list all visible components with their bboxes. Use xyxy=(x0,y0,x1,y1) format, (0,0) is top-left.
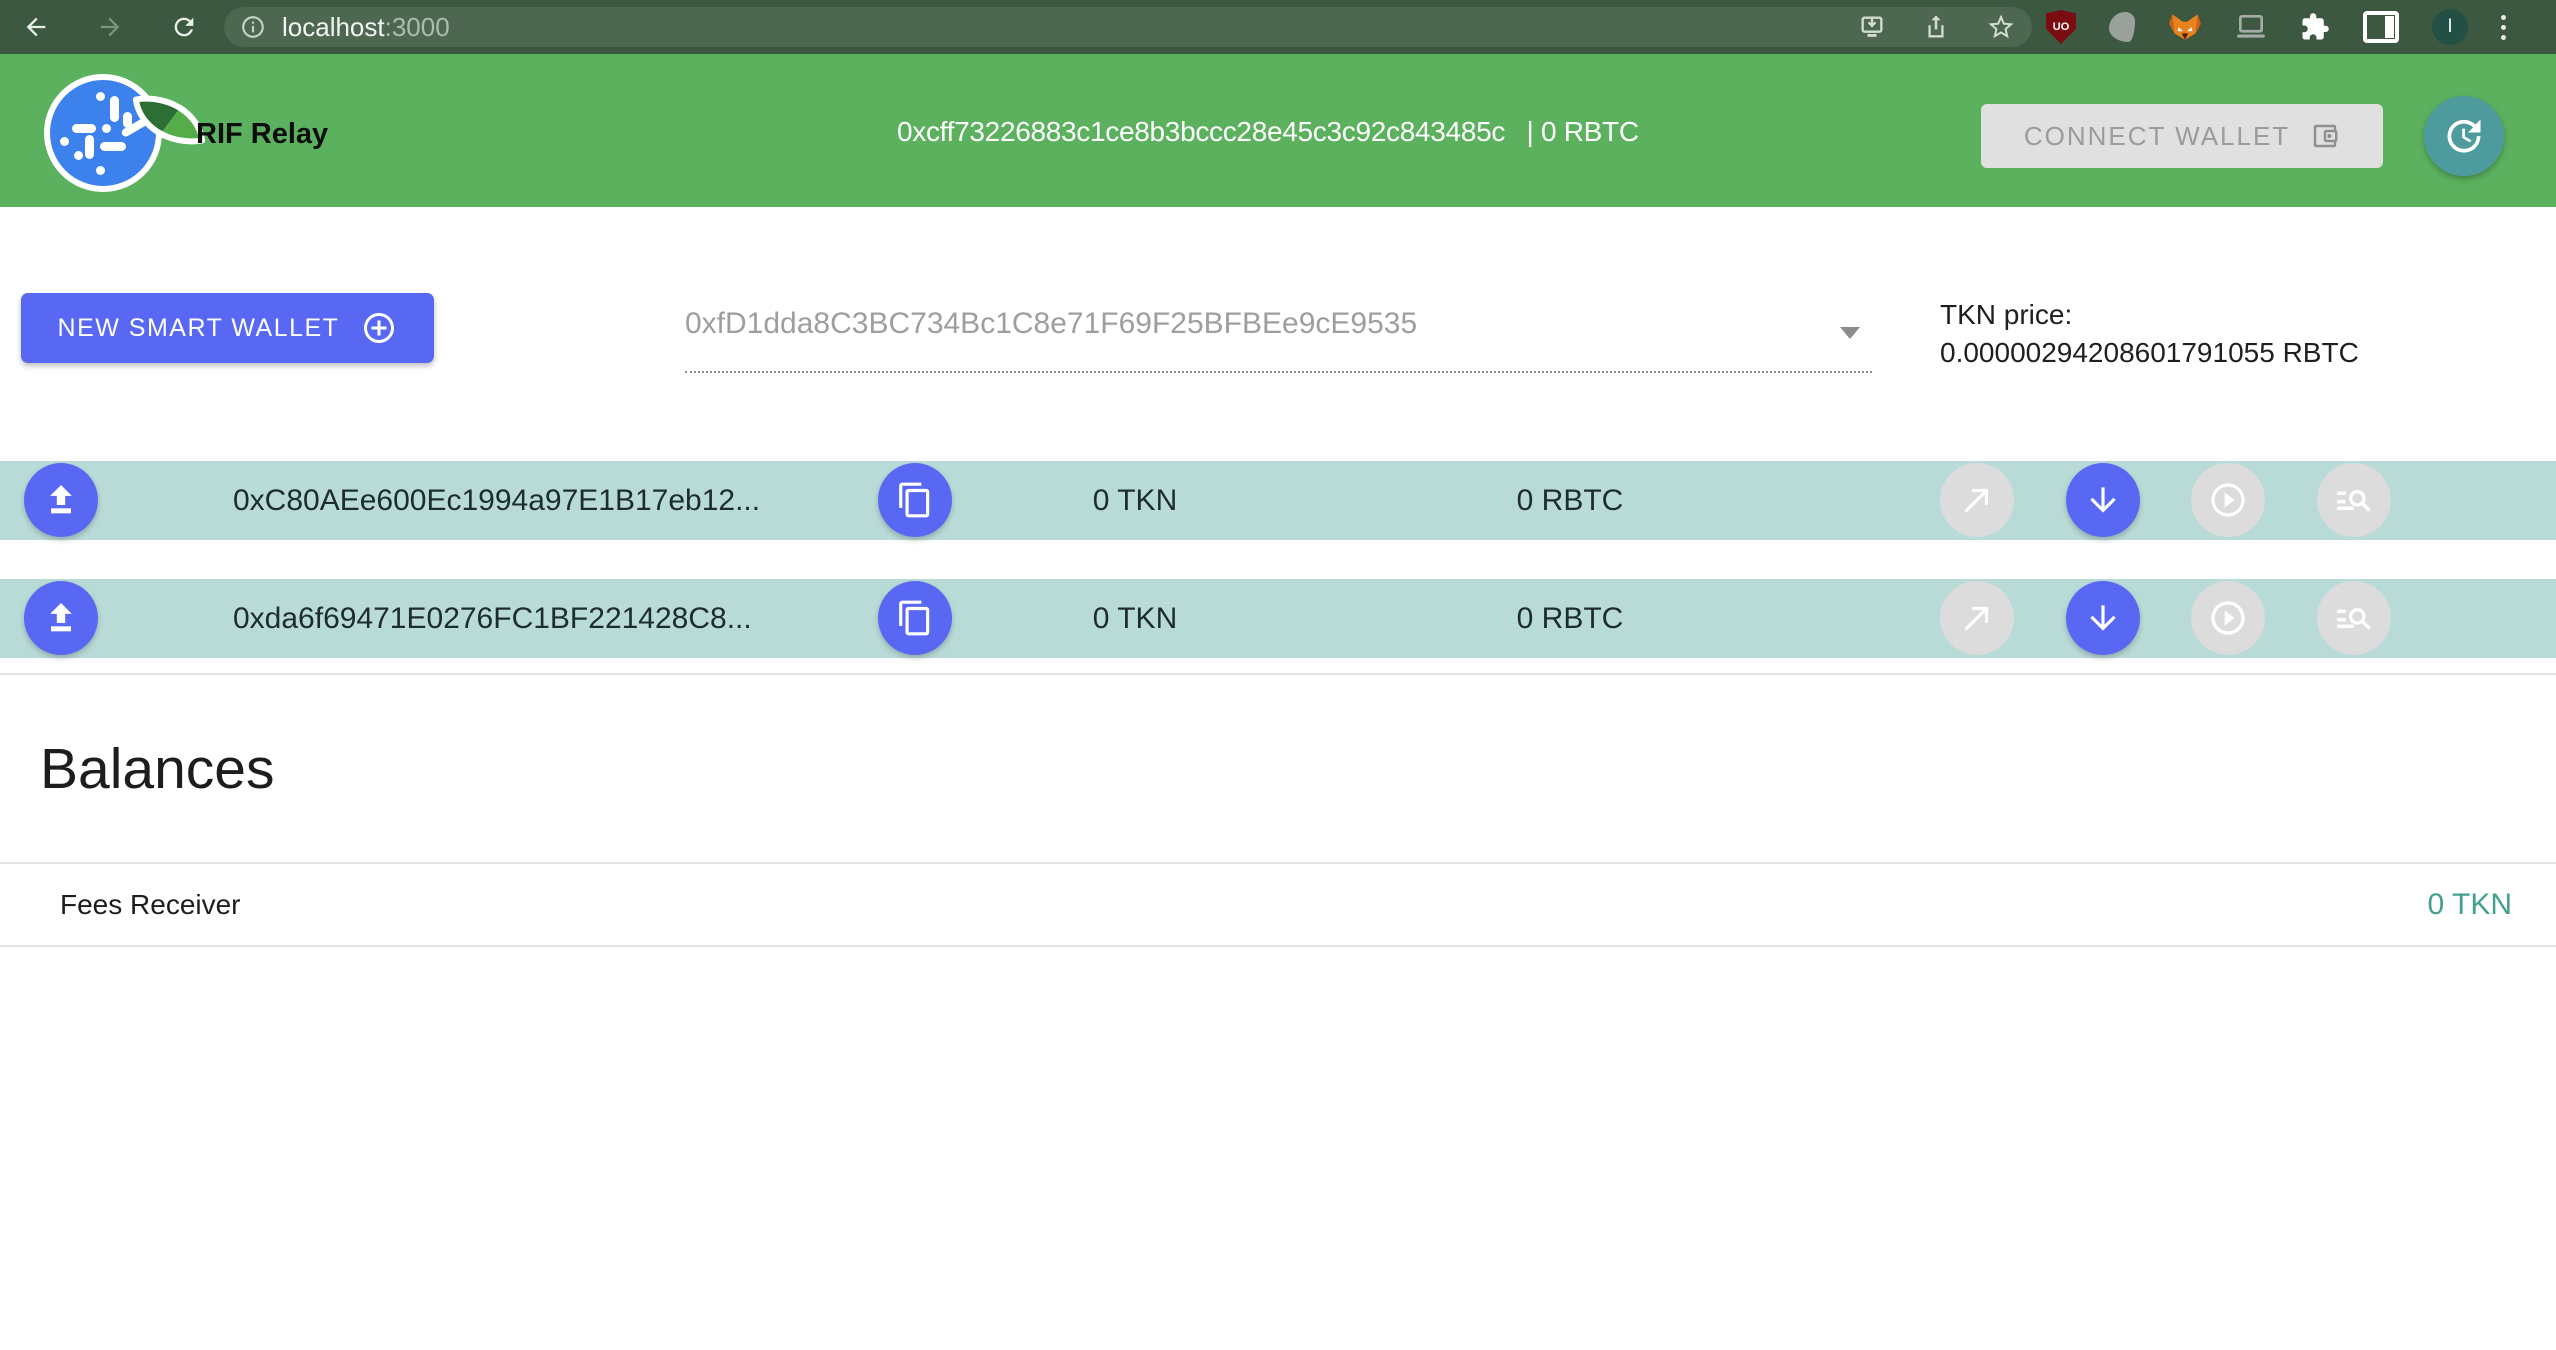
forward-icon[interactable] xyxy=(96,13,124,41)
fees-receiver-label: Fees Receiver xyxy=(60,864,241,945)
laptop-extension-icon[interactable] xyxy=(2235,13,2267,41)
side-panel-icon[interactable] xyxy=(2363,11,2399,43)
wallet-rbtc-balance: 0 RBTC xyxy=(1470,461,1670,540)
account-balance: | 0 RBTC xyxy=(1527,116,1639,147)
smart-wallet-address: 0xda6f69471E0276FC1BF221428C8... xyxy=(233,579,752,658)
smart-wallet-select[interactable]: 0xfD1dda8C3BC734Bc1C8e71F69F25BFBEe9cE95… xyxy=(685,295,1872,373)
manage-search-icon xyxy=(2334,598,2374,638)
bookmark-star-icon[interactable] xyxy=(1986,12,2016,42)
tkn-price: TKN price: 0.00000294208601791055 RBTC xyxy=(1940,296,2359,372)
manage-search-icon xyxy=(2334,480,2374,520)
fees-receiver-value: 0 TKN xyxy=(2428,864,2512,945)
upload-icon xyxy=(41,480,81,520)
tkn-price-label: TKN price: xyxy=(1940,296,2359,334)
tkn-price-value: 0.00000294208601791055 RBTC xyxy=(1940,334,2359,372)
copy-address-button[interactable] xyxy=(878,463,952,537)
balances-table-row: Fees Receiver 0 TKN xyxy=(0,862,2556,947)
ublock-extension-icon[interactable]: UO xyxy=(2046,10,2076,44)
deposit-button[interactable] xyxy=(24,463,98,537)
play-circle-icon xyxy=(2208,598,2248,638)
url-text[interactable]: localhost:3000 xyxy=(282,7,450,47)
share-icon[interactable] xyxy=(1922,13,1950,41)
chevron-down-icon[interactable] xyxy=(1840,327,1860,339)
back-icon[interactable] xyxy=(22,13,50,41)
address-bar[interactable]: localhost:3000 xyxy=(224,7,2032,47)
connect-wallet-button[interactable]: CONNECT WALLET xyxy=(1981,104,2383,168)
wallet-tkn-balance: 0 TKN xyxy=(1040,461,1230,540)
account-address: 0xcff73226883c1ce8b3bccc28e45c3c92c84348… xyxy=(897,116,1505,147)
deposit-button[interactable] xyxy=(24,581,98,655)
profile-avatar[interactable]: I xyxy=(2432,9,2468,45)
section-divider xyxy=(0,673,2556,675)
url-port: :3000 xyxy=(385,12,450,42)
app-title: RIF Relay xyxy=(196,118,328,151)
arrow-up-right-icon xyxy=(1958,481,1996,519)
inspect-transactions-button[interactable] xyxy=(2317,463,2391,537)
smart-wallet-address: 0xC80AEe600Ec1994a97E1B17eb12... xyxy=(233,461,760,540)
transfer-out-button[interactable] xyxy=(1940,463,2014,537)
arrow-up-right-icon xyxy=(1958,599,1996,637)
wallet-tkn-balance: 0 TKN xyxy=(1040,579,1230,658)
transfer-out-button[interactable] xyxy=(1940,581,2014,655)
play-circle-icon xyxy=(2208,480,2248,520)
metamask-extension-icon[interactable] xyxy=(2168,11,2202,43)
arrow-down-icon xyxy=(2084,599,2122,637)
arrow-down-icon xyxy=(2084,481,2122,519)
receive-button[interactable] xyxy=(2066,581,2140,655)
update-clock-icon xyxy=(2442,114,2486,158)
app-header: RIF Relay 0xcff73226883c1ce8b3bccc28e45c… xyxy=(0,54,2556,207)
new-smart-wallet-label: NEW SMART WALLET xyxy=(58,314,340,343)
browser-chrome-bar: localhost:3000 UO I xyxy=(0,0,2556,54)
execute-button[interactable] xyxy=(2191,581,2265,655)
browser-menu-icon[interactable] xyxy=(2501,15,2506,40)
inspect-transactions-button[interactable] xyxy=(2317,581,2391,655)
selected-wallet-address: 0xfD1dda8C3BC734Bc1C8e71F69F25BFBEe9cE95… xyxy=(685,307,1417,341)
wallet-rbtc-balance: 0 RBTC xyxy=(1470,579,1670,658)
smart-wallet-row: 0xda6f69471E0276FC1BF221428C8... 0 TKN 0… xyxy=(0,579,2556,658)
copy-icon xyxy=(896,599,934,637)
site-info-icon[interactable] xyxy=(240,14,266,40)
url-host: localhost xyxy=(282,12,385,42)
refresh-button[interactable] xyxy=(2424,96,2504,176)
extensions-puzzle-icon[interactable] xyxy=(2300,12,2330,42)
new-smart-wallet-button[interactable]: NEW SMART WALLET xyxy=(21,293,434,363)
install-app-icon[interactable] xyxy=(1858,13,1886,41)
smart-wallet-row: 0xC80AEe600Ec1994a97E1B17eb12... 0 TKN 0… xyxy=(0,461,2556,540)
copy-icon xyxy=(896,481,934,519)
upload-icon xyxy=(41,598,81,638)
wallet-icon xyxy=(2310,121,2340,151)
copy-address-button[interactable] xyxy=(878,581,952,655)
reload-icon[interactable] xyxy=(170,13,198,41)
balances-title: Balances xyxy=(40,736,275,802)
receive-button[interactable] xyxy=(2066,463,2140,537)
connected-account: 0xcff73226883c1ce8b3bccc28e45c3c92c84348… xyxy=(897,116,1639,148)
execute-button[interactable] xyxy=(2191,463,2265,537)
rif-logo-circle xyxy=(44,74,162,192)
add-circle-icon xyxy=(361,310,397,346)
surfshark-extension-icon[interactable] xyxy=(2109,12,2135,42)
connect-wallet-label: CONNECT WALLET xyxy=(2024,121,2290,152)
